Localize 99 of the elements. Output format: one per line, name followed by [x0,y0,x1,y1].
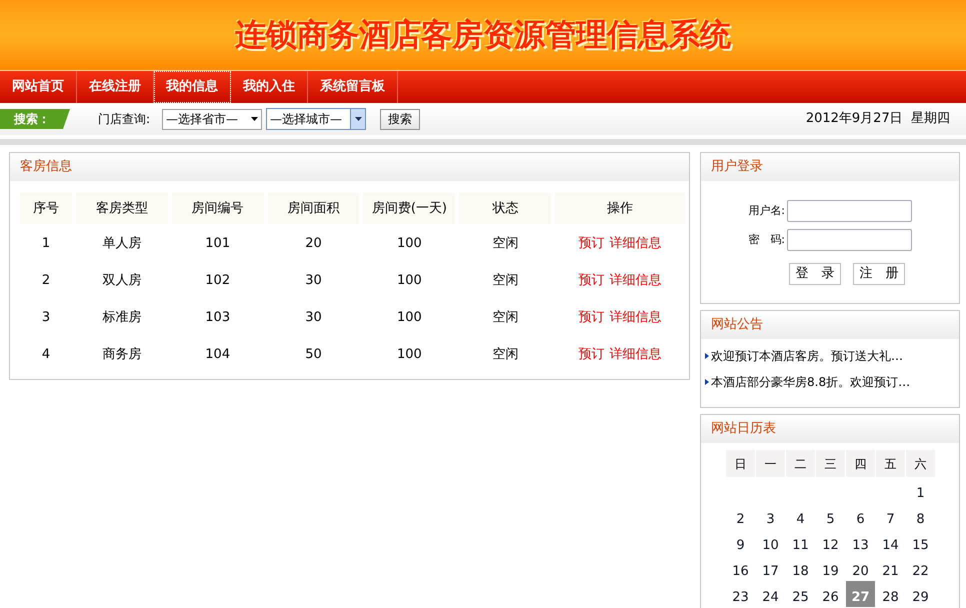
calendar-day[interactable]: 1 [906,477,935,503]
field-label: 用户名: [747,202,785,219]
table-cell-text: 空闲 [491,235,520,254]
calendar-day[interactable]: 8 [906,503,935,529]
action-link[interactable]: 预订 [578,234,605,254]
calendar-day[interactable]: 26 [816,581,845,607]
calendar-day[interactable]: 18 [786,555,815,581]
calendar-day[interactable]: 25 [786,581,815,607]
action-link[interactable]: 详细信息 [610,308,662,328]
calendar-day[interactable]: 16 [726,555,755,581]
dropdown-button[interactable] [350,109,366,129]
caret-icon [251,117,258,121]
table-cell-text: 50 [304,346,323,364]
notice-link[interactable]: 本酒店部分豪华房8.8折。欢迎预订… [711,373,910,391]
weekday-header: 六 [906,450,935,477]
column-header: 操作 [555,193,685,224]
calendar-day[interactable]: 20 [846,555,875,581]
chevron-icon [705,353,709,359]
store-label: 门店查询: [98,111,150,128]
action-link[interactable]: 预订 [578,345,605,365]
calendar-day[interactable]: 21 [876,555,905,581]
calendar-day[interactable]: 19 [816,555,845,581]
table-cell-text: 104 [204,346,232,364]
column-header: 状态 [459,193,552,224]
calendar-day[interactable]: 15 [906,529,935,555]
calendar-day[interactable]: 6 [846,503,875,529]
table-cell-text: 100 [396,346,423,364]
calendar-day[interactable]: 10 [756,529,785,555]
calendar-day[interactable]: 17 [756,555,785,581]
column-header: 客房类型 [76,193,168,224]
chevron-icon [705,379,709,385]
calendar-day[interactable]: 2 [726,503,755,529]
column-header: 序号 [20,193,72,224]
table-cell-text: 101 [204,235,232,254]
action-link[interactable]: 详细信息 [610,345,662,365]
table-cell-text: 2 [40,272,52,290]
username-field[interactable] [787,200,912,222]
calendar-day[interactable]: 12 [816,529,845,555]
table-cell-text: 4 [40,346,52,364]
table-cell-text: 100 [396,309,423,328]
form-button[interactable]: 登 录 [789,263,841,285]
table-cell-text: 102 [204,272,232,290]
calendar-day[interactable]: 7 [876,503,905,529]
column-header: 房间编号 [172,193,264,224]
table-cell-text: 单人房 [101,235,142,254]
weekday-header: 三 [816,450,845,477]
action-link[interactable]: 详细信息 [610,271,662,291]
action-link[interactable]: 详细信息 [610,234,662,254]
calendar-day[interactable]: 22 [906,555,935,581]
province-select[interactable]: —选择省市— [162,108,262,130]
table-cell-text: 3 [40,309,52,328]
table-cell-text: 100 [396,235,423,254]
notice-link[interactable]: 欢迎预订本酒店客房。预订送大礼… [711,347,903,365]
table-cell-text: 30 [304,272,323,290]
panel-title: 网站日历表 [711,420,776,438]
panel-title: 客房信息 [20,158,72,176]
search-tag: 搜索： [0,109,70,129]
table-cell-text: 双人房 [101,272,142,290]
table-cell-text: 1 [40,235,52,254]
city-select[interactable]: —选择城市— [266,108,366,130]
calendar-day[interactable]: 11 [786,529,815,555]
field-label: 密 码: [747,232,785,248]
panel-title: 用户登录 [711,158,763,176]
table-cell-text: 空闲 [491,272,520,290]
table-cell-text: 空闲 [491,346,520,364]
calendar-day[interactable]: 27 [846,581,875,607]
search-button[interactable]: 搜索 [380,108,420,130]
weekday-header: 五 [876,450,905,477]
column-header: 房间费(一天) [363,193,456,224]
weekday-header: 四 [846,450,875,477]
password-field[interactable] [787,229,912,251]
weekday-header: 日 [726,450,755,477]
panel-title: 网站公告 [711,316,763,334]
calendar-day[interactable]: 23 [726,581,755,607]
table-cell-text: 商务房 [101,346,142,364]
table-cell-text: 20 [304,235,323,254]
action-link[interactable]: 预订 [578,271,605,291]
calendar-day[interactable]: 5 [816,503,845,529]
date-text: 2012年9月27日 星期四 [806,110,950,128]
calendar-day[interactable]: 4 [786,503,815,529]
calendar-day[interactable]: 13 [846,529,875,555]
calendar-day[interactable]: 14 [876,529,905,555]
weekday-header: 一 [756,450,785,477]
table-cell-text: 标准房 [101,309,142,328]
calendar-day[interactable]: 29 [906,581,935,607]
table-cell-text: 100 [396,272,423,290]
calendar-day[interactable]: 9 [726,529,755,555]
column-header: 房间面积 [268,193,360,224]
caret-icon [354,117,362,121]
site-title: 连锁商务酒店客房资源管理信息系统 [235,16,731,55]
table-cell-text: 空闲 [491,309,520,328]
calendar-day[interactable]: 24 [756,581,785,607]
form-button[interactable]: 注 册 [853,263,905,285]
table-cell-text: 30 [304,309,323,328]
action-link[interactable]: 预订 [578,308,605,328]
table-cell-text: 103 [204,309,232,328]
calendar-day[interactable]: 28 [876,581,905,607]
calendar-day[interactable]: 3 [756,503,785,529]
weekday-header: 二 [786,450,815,477]
